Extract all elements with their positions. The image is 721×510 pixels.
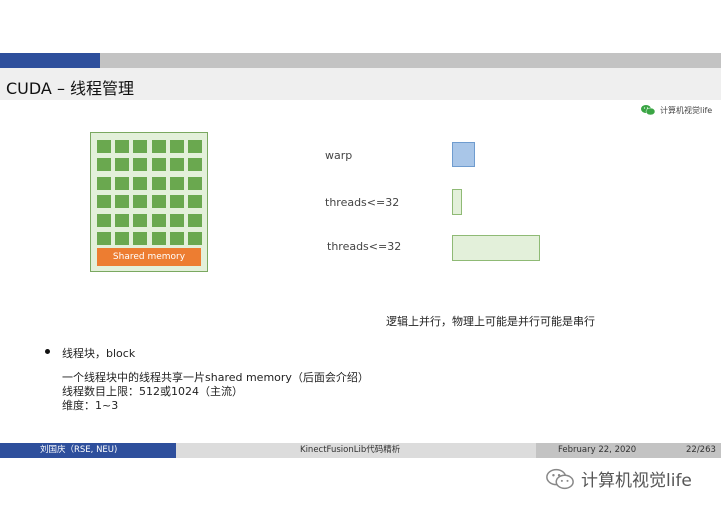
thread-cell bbox=[188, 140, 202, 153]
thread-cell bbox=[169, 158, 184, 172]
bullet-line: 一个线程块中的线程共享一片shared memory（后面会介绍） bbox=[62, 371, 369, 384]
watermark-small-text: 计算机视觉life bbox=[660, 105, 713, 115]
thread-cell bbox=[115, 213, 130, 227]
warp-square bbox=[452, 142, 475, 167]
thread-cell bbox=[97, 232, 111, 245]
bullet-line: 维度：1~3 bbox=[62, 399, 119, 412]
header-accent-bar bbox=[0, 53, 100, 68]
thread-cell bbox=[188, 213, 202, 227]
thread-cell bbox=[133, 140, 148, 153]
watermark-large-text: 计算机视觉life bbox=[581, 471, 692, 491]
watermark-large: 计算机视觉life bbox=[545, 466, 692, 491]
thread-cell bbox=[151, 195, 166, 209]
watermark-small: 计算机视觉life bbox=[640, 104, 712, 116]
thread-cell bbox=[97, 176, 111, 190]
bullet-title: 线程块，block bbox=[62, 347, 136, 360]
thread-cell bbox=[169, 140, 184, 153]
thread-cell bbox=[115, 176, 130, 190]
thread-cell bbox=[133, 213, 148, 227]
header-bar bbox=[100, 53, 721, 68]
thread-cell bbox=[97, 213, 111, 227]
thread-cell bbox=[133, 176, 148, 190]
thread-cell bbox=[169, 232, 184, 245]
thread-cell bbox=[169, 195, 184, 209]
thread-cell bbox=[151, 232, 166, 245]
thread-cell bbox=[151, 158, 166, 172]
bullet-marker bbox=[45, 349, 50, 354]
thread-cell bbox=[188, 232, 202, 245]
footer-date: February 22, 2020 bbox=[558, 445, 637, 455]
thread-cell bbox=[151, 176, 166, 190]
thread-cell bbox=[169, 213, 184, 227]
thread-cell bbox=[188, 195, 202, 209]
legend-threads-label-2: threads<=32 bbox=[327, 240, 402, 253]
thread-cell bbox=[188, 158, 202, 172]
thread-cell bbox=[151, 213, 166, 227]
thread-cell bbox=[188, 176, 202, 190]
thread-cell bbox=[169, 176, 184, 190]
wechat-icon bbox=[546, 468, 574, 489]
footer-subject: KinectFusionLib代码精析 bbox=[300, 445, 401, 455]
thread-cell bbox=[133, 158, 148, 172]
footer-page-number: 22/263 bbox=[686, 445, 716, 455]
thread-cell bbox=[133, 195, 148, 209]
thread-cell bbox=[97, 140, 111, 153]
legend-threads-label: threads<=32 bbox=[325, 196, 400, 209]
bullet-line: 线程数目上限：512或1024（主流） bbox=[62, 385, 243, 398]
wechat-icon bbox=[641, 105, 656, 116]
thread-cell bbox=[133, 232, 148, 245]
thread-cell bbox=[115, 232, 130, 245]
threads-narrow-rect bbox=[452, 189, 462, 215]
thread-cell bbox=[151, 140, 166, 153]
thread-cell bbox=[115, 195, 130, 209]
thread-cell bbox=[115, 158, 130, 172]
thread-cell bbox=[115, 140, 130, 153]
shared-memory-bar: Shared memory bbox=[97, 248, 201, 266]
parallel-note: 逻辑上并行，物理上可能是并行可能是串行 bbox=[386, 315, 595, 328]
thread-cell bbox=[97, 195, 111, 209]
footer-author: 刘国庆（RSE, NEU) bbox=[40, 445, 118, 455]
threads-wide-rect bbox=[452, 235, 540, 261]
slide-title: CUDA – 线程管理 bbox=[6, 79, 135, 98]
legend-warp-label: warp bbox=[325, 149, 353, 162]
thread-cell bbox=[97, 158, 111, 172]
